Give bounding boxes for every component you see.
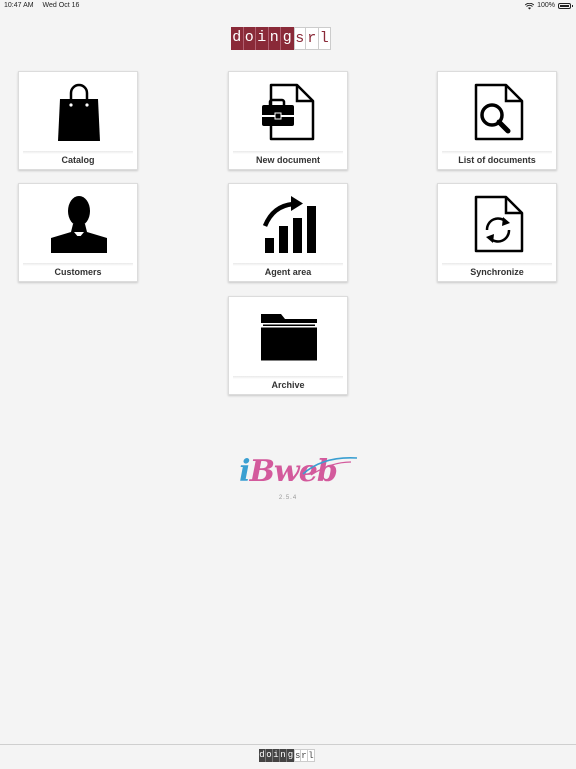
ibweb-logo: iBweb 2.5.4 (213, 452, 363, 508)
status-bar: 10:47 AM Wed Oct 16 100% (0, 0, 576, 12)
wifi-icon (525, 2, 535, 9)
status-time: 10:47 AM (4, 2, 34, 9)
status-right: 100% (525, 0, 573, 12)
brand-letter: d (231, 27, 244, 50)
header-brand-logo: d o i n g s r l (231, 27, 331, 50)
folder-icon (261, 314, 317, 361)
battery-fill (560, 5, 569, 7)
person-icon (51, 196, 107, 253)
status-date: Wed Oct 16 (42, 2, 80, 9)
shopping-bag-icon (58, 83, 100, 141)
brand-letter: i (256, 27, 269, 50)
brand-letter: r (301, 749, 308, 762)
tile-archive[interactable]: Archive (228, 296, 348, 395)
brand-letter: o (243, 27, 256, 50)
tile-label: New document (255, 155, 320, 165)
footer-brand-logo: d o i n g s r l (259, 749, 315, 762)
tile-agent-area[interactable]: Agent area (228, 183, 348, 282)
brand-letter: n (280, 749, 287, 762)
brand-letter: s (294, 749, 301, 762)
tile-label: Synchronize (470, 267, 524, 277)
brand-letter: o (266, 749, 273, 762)
sync-document-icon (474, 195, 524, 253)
battery-percentage: 100% (537, 2, 555, 9)
version-label: 2.5.4 (278, 495, 298, 501)
tile-customers[interactable]: Customers (18, 183, 138, 282)
tile-list-of-documents[interactable]: List of documents (437, 71, 557, 170)
brand-letter: g (287, 749, 294, 762)
brand-letter: n (268, 27, 281, 50)
tile-label: Customers (54, 267, 102, 277)
bar-chart-icon (262, 196, 316, 253)
battery-icon (558, 3, 573, 9)
tile-catalog[interactable]: Catalog (18, 71, 138, 170)
brand-letter: g (281, 27, 294, 50)
swoosh-icon (302, 457, 358, 476)
brand-letter: i (273, 749, 280, 762)
search-document-icon (474, 83, 524, 141)
tile-new-document[interactable]: New document (228, 71, 348, 170)
brand-letter: r (306, 27, 319, 50)
brand-letter: l (318, 27, 331, 50)
footer: d o i n g s r l (0, 744, 576, 769)
brand-letter: s (293, 27, 306, 50)
new-document-icon (262, 83, 315, 141)
brand-letter: l (308, 749, 315, 762)
logo-letter-i: i (239, 454, 250, 489)
tile-label: Archive (271, 380, 305, 390)
tile-label: List of documents (458, 155, 536, 165)
tile-label: Catalog (61, 155, 95, 165)
tile-synchronize[interactable]: Synchronize (437, 183, 557, 282)
brand-letter: d (259, 749, 266, 762)
status-left: 10:47 AM Wed Oct 16 (4, 0, 86, 12)
tile-label: Agent area (264, 267, 312, 277)
